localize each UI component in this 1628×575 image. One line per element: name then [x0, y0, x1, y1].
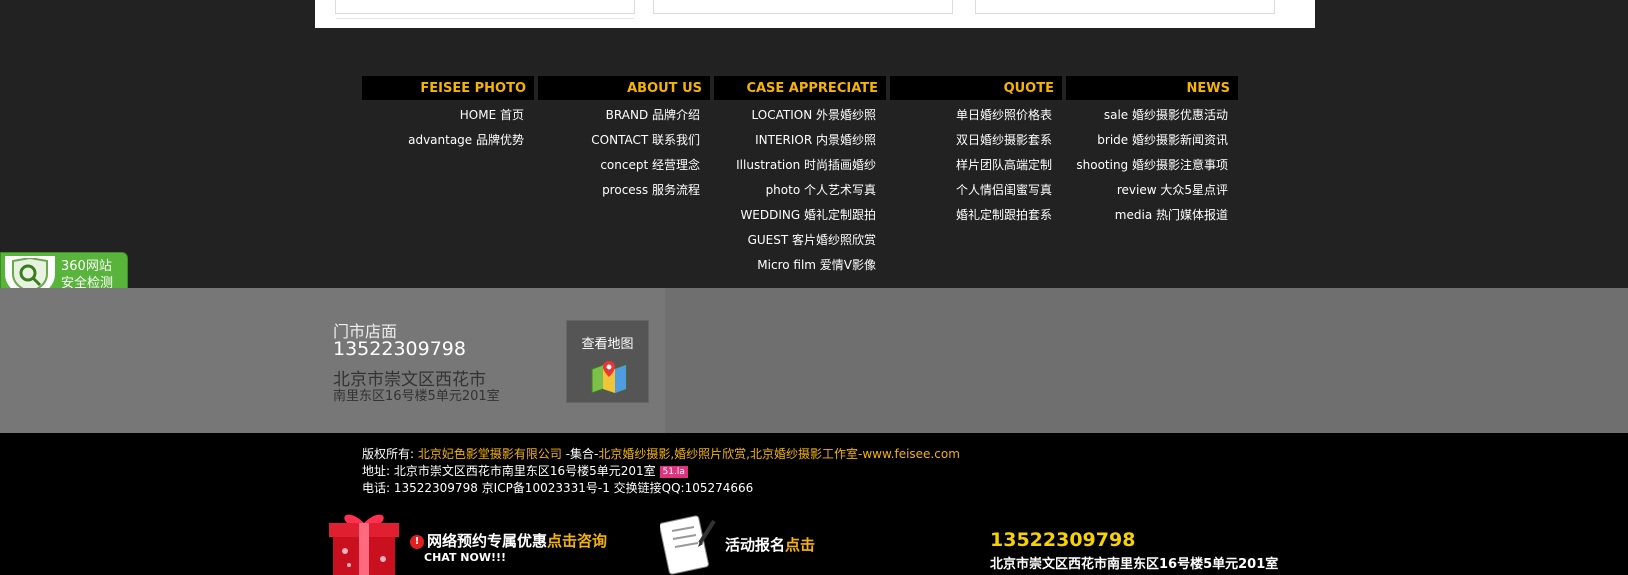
nav-link[interactable]: process 服务流程 [538, 179, 710, 204]
exclamation-icon: ! [410, 534, 424, 549]
nav-column-about-us: ABOUT US BRAND 品牌介绍 CONTACT 联系我们 concept… [538, 76, 710, 204]
nav-link[interactable]: Illustration 时尚插画婚纱 [714, 154, 886, 179]
phone-line: 电话: 13522309798 京ICP备10023331号-1 交换链接QQ:… [362, 481, 754, 495]
promo-phone: 13522309798 [990, 529, 1136, 551]
clipboard-icon [660, 515, 716, 575]
copyright-prefix: 版权所有: [362, 447, 418, 461]
map-icon [591, 361, 627, 393]
copyright-line: 版权所有: 北京妃色影堂摄影有限公司 -集合-北京婚纱摄影,婚纱照片欣赏,北京婚… [362, 446, 960, 463]
view-map-button[interactable]: 查看地图 [566, 320, 649, 403]
content-card [975, 0, 1275, 14]
nav-link[interactable]: shooting 婚纱摄影注意事项 [1066, 154, 1238, 179]
content-card [653, 0, 953, 14]
nav-link[interactable]: LOCATION 外景婚纱照 [714, 104, 886, 129]
event-signup-promo[interactable]: 活动报名点击 [725, 534, 815, 555]
nav-column-feisee-photo: FEISEE PHOTO HOME 首页 advantage 品牌优势 [362, 76, 534, 154]
nav-link[interactable]: review 大众5星点评 [1066, 179, 1238, 204]
nav-column-title: ABOUT US [538, 76, 710, 100]
address-line: 地址: 北京市崇文区西花市南里东区16号楼5单元201室 51.la [362, 463, 960, 480]
nav-link[interactable]: concept 经营理念 [538, 154, 710, 179]
copyright-section: 版权所有: 北京妃色影堂摄影有限公司 -集合-北京婚纱摄影,婚纱照片欣赏,北京婚… [0, 433, 1628, 575]
nav-link[interactable]: 样片团队高端定制 [890, 154, 1062, 179]
nav-link[interactable]: sale 婚纱摄影优惠活动 [1066, 104, 1238, 129]
nav-column-title: CASE APPRECIATE [714, 76, 886, 100]
copyright-mid: -集合- [561, 447, 599, 461]
content-area-bottom [315, 0, 1315, 28]
nav-link[interactable]: 婚礼定制跟拍套系 [890, 204, 1062, 229]
nav-column-case-appreciate: CASE APPRECIATE LOCATION 外景婚纱照 INTERIOR … [714, 76, 886, 279]
store-address-line2: 南里东区16号楼5单元201室 [333, 389, 500, 404]
event-text: 活动报名 [725, 536, 786, 554]
event-signup-link[interactable]: 点击 [785, 536, 815, 554]
nav-column-news: NEWS sale 婚纱摄影优惠活动 bride 婚纱摄影新闻资讯 shooti… [1066, 76, 1238, 229]
footer-nav: FEISEE PHOTO HOME 首页 advantage 品牌优势 ABOU… [0, 28, 1628, 288]
nav-link[interactable]: GUEST 客片婚纱照欣赏 [714, 229, 886, 254]
store-info-band: 门市店面 13522309798 北京市崇文区西花市 南里东区16号楼5单元20… [0, 288, 1628, 433]
keyword-links[interactable]: 北京婚纱摄影,婚纱照片欣赏,北京婚纱摄影工作室-www.feisee.com [598, 447, 960, 461]
content-card [335, 0, 635, 19]
nav-link[interactable]: BRAND 品牌介绍 [538, 104, 710, 129]
nav-link[interactable]: INTERIOR 内景婚纱照 [714, 129, 886, 154]
booking-promo[interactable]: ! 网络预约专属优惠点击咨询 [410, 530, 607, 551]
view-map-label: 查看地图 [581, 337, 634, 352]
nav-link[interactable]: media 热门媒体报道 [1066, 204, 1238, 229]
booking-consult-link[interactable]: 点击咨询 [547, 532, 607, 550]
nav-column-title: NEWS [1066, 76, 1238, 100]
company-link[interactable]: 北京妃色影堂摄影有限公司 [418, 447, 562, 461]
nav-link[interactable]: 单日婚纱照价格表 [890, 104, 1062, 129]
chat-now-label[interactable]: CHAT NOW!!! [424, 551, 506, 564]
nav-link[interactable]: CONTACT 联系我们 [538, 129, 710, 154]
nav-link[interactable]: HOME 首页 [362, 104, 534, 129]
nav-link[interactable]: Micro film 爱情V影像 [714, 254, 886, 279]
nav-column-title: QUOTE [890, 76, 1062, 100]
nav-link[interactable]: advantage 品牌优势 [362, 129, 534, 154]
stats-51la-badge[interactable]: 51.la [659, 465, 688, 478]
nav-link[interactable]: 双日婚纱摄影套系 [890, 129, 1062, 154]
nav-link[interactable]: 个人情侣闺蜜写真 [890, 179, 1062, 204]
promo-address: 北京市崇文区西花市南里东区16号楼5单元201室 [990, 557, 1279, 572]
nav-column-title: FEISEE PHOTO [362, 76, 534, 100]
address-text: 地址: 北京市崇文区西花市南里东区16号楼5单元201室 [362, 464, 656, 478]
nav-link[interactable]: photo 个人艺术写真 [714, 179, 886, 204]
nav-column-quote: QUOTE 单日婚纱照价格表 双日婚纱摄影套系 样片团队高端定制 个人情侣闺蜜写… [890, 76, 1062, 229]
nav-link[interactable]: WEDDING 婚礼定制跟拍 [714, 204, 886, 229]
store-phone: 13522309798 [333, 338, 466, 360]
booking-text: 网络预约专属优惠 [427, 532, 548, 550]
badge-line1: 360网站 [61, 259, 112, 274]
gift-box-icon [329, 514, 399, 575]
nav-link[interactable]: bride 婚纱摄影新闻资讯 [1066, 129, 1238, 154]
